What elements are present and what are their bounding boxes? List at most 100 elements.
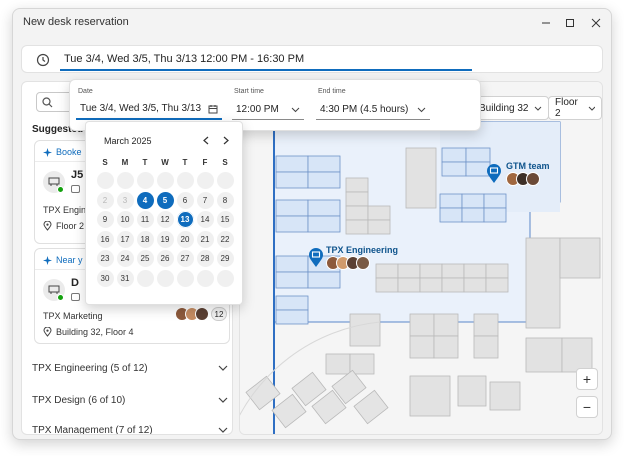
map-pin-icon[interactable] (486, 164, 502, 184)
maximize-icon (566, 19, 574, 27)
calendar-empty-cell (156, 172, 174, 189)
weekday-header: T (142, 158, 148, 167)
calendar-day[interactable]: 6 (176, 191, 194, 209)
floor-value: Floor 2 (555, 97, 578, 119)
monitor-icon (71, 185, 80, 193)
calendar-day[interactable]: 17 (116, 230, 134, 248)
calendar-day[interactable]: 20 (176, 230, 194, 248)
calendar-day[interactable]: 13 (176, 211, 194, 228)
pin-label-tpx-engineering[interactable]: TPX Engineering (326, 245, 398, 255)
calendar-empty-cell (136, 172, 154, 189)
map-pin-icon[interactable] (308, 248, 324, 268)
availability-dot (57, 186, 64, 193)
maximize-button[interactable] (557, 13, 583, 33)
calendar-day[interactable]: 2 (96, 191, 114, 209)
card-tag-label: Near y (56, 255, 83, 265)
avatar-count: 12 (211, 307, 227, 321)
calendar-day[interactable]: 23 (96, 250, 114, 267)
calendar-day[interactable]: 10 (116, 211, 134, 228)
sparkle-icon (43, 255, 52, 265)
group-tpx-engineering[interactable]: TPX Engineering (5 of 12) (32, 358, 228, 378)
chevron-left-icon (203, 136, 209, 144)
calendar-day[interactable]: 14 (196, 211, 214, 228)
calendar-day[interactable]: 7 (196, 191, 214, 209)
calendar-day[interactable]: 24 (116, 250, 134, 267)
group-tpx-management[interactable]: TPX Management (7 of 12) (32, 420, 228, 434)
calendar-day[interactable]: 16 (96, 230, 114, 248)
calendar-day[interactable]: 27 (176, 250, 194, 267)
date-picker-calendar: March 2025 S M T W T F S 2 3 4 5 6 7 8 9 10 11 12 13 14 15 16… (85, 121, 243, 305)
desk-location-label: Building 32, Floor 4 (56, 327, 134, 337)
building-dropdown[interactable]: Building 32 (472, 96, 550, 120)
calendar-day[interactable]: 4 (136, 191, 154, 209)
calendar-day[interactable]: 22 (216, 230, 234, 248)
time-bar: Tue 3/4, Wed 3/5, Thu 3/13 12:00 PM - 16… (21, 45, 603, 73)
window-title: New desk reservation (23, 16, 129, 28)
calendar-day[interactable]: 3 (116, 191, 134, 209)
calendar-empty-cell (196, 269, 214, 287)
calendar-day[interactable]: 15 (216, 211, 234, 228)
floor-plan (240, 82, 602, 434)
end-time-value: 4:30 PM (4.5 hours) (320, 103, 409, 115)
next-month-button[interactable] (220, 134, 232, 146)
end-time-field[interactable]: 4:30 PM (4.5 hours) (316, 100, 430, 120)
calendar-day[interactable]: 12 (156, 211, 174, 228)
desk-name: J5 (71, 169, 84, 181)
calendar-day[interactable]: 8 (216, 191, 234, 209)
desk-location: Building 32, Floor 4 (43, 327, 134, 337)
calendar-day[interactable]: 19 (156, 230, 174, 248)
minimize-button[interactable] (533, 13, 559, 33)
zoom-out-button[interactable]: − (576, 396, 598, 418)
calendar-month: March 2025 (104, 136, 152, 146)
weekday-header: S (222, 158, 228, 167)
calendar-day[interactable]: 29 (216, 250, 234, 267)
desk-location-label: Floor 2 (56, 221, 85, 231)
floor-dropdown[interactable]: Floor 2 (548, 96, 602, 120)
chevron-down-icon (535, 106, 542, 111)
title-bar: New desk reservation (13, 9, 611, 37)
pin-avatars[interactable] (506, 172, 540, 186)
calendar-day[interactable]: 28 (196, 250, 214, 267)
location-icon (43, 221, 52, 231)
calendar-empty-cell (156, 269, 174, 287)
previous-month-button[interactable] (200, 134, 212, 146)
end-time-label: End time (318, 88, 346, 95)
calendar-day[interactable]: 9 (96, 211, 114, 228)
monitor-icon (71, 293, 80, 301)
chevron-down-icon (291, 107, 300, 112)
calendar-day[interactable]: 30 (96, 269, 114, 287)
calendar-day[interactable]: 26 (156, 250, 174, 267)
calendar-day[interactable]: 18 (136, 230, 154, 248)
calendar-icon (208, 105, 218, 114)
group-tpx-design[interactable]: TPX Design (6 of 10) (32, 390, 228, 410)
zoom-in-button[interactable]: + (576, 368, 598, 390)
floor-map[interactable]: Building 32 Floor 2 GTM team TPX Enginee… (239, 81, 603, 435)
calendar-day[interactable]: 21 (196, 230, 214, 248)
date-value: Tue 3/4, Wed 3/5, Thu 3/13 (80, 103, 202, 114)
calendar-day[interactable]: 11 (136, 211, 154, 228)
calendar-empty-cell (216, 172, 234, 189)
weekday-header: W (161, 158, 169, 167)
group-label: TPX Design (6 of 10) (32, 394, 126, 406)
calendar-empty-cell (116, 172, 134, 189)
time-range-input[interactable]: Tue 3/4, Wed 3/5, Thu 3/13 12:00 PM - 16… (60, 49, 472, 71)
avatar (195, 307, 209, 321)
calendar-day[interactable]: 5 (156, 191, 174, 209)
calendar-day[interactable]: 25 (136, 250, 154, 267)
date-field[interactable]: Tue 3/4, Wed 3/5, Thu 3/13 (76, 100, 222, 120)
calendar-empty-cell (176, 172, 194, 189)
pin-label-gtm-team[interactable]: GTM team (506, 161, 550, 171)
team-avatars[interactable]: 12 (175, 307, 227, 321)
calendar-empty-cell (176, 269, 194, 287)
start-time-field[interactable]: 12:00 PM (232, 100, 304, 120)
pin-avatars[interactable] (326, 256, 370, 270)
chevron-down-icon (218, 365, 228, 371)
building-value: Building 32 (479, 102, 529, 114)
close-button[interactable] (583, 13, 609, 33)
desk-team: TPX Marketing (43, 311, 103, 321)
calendar-day[interactable]: 31 (116, 269, 134, 287)
chevron-down-icon (588, 106, 595, 111)
calendar-empty-cell (96, 172, 114, 189)
chevron-down-icon (218, 427, 228, 433)
start-time-label: Start time (234, 88, 264, 95)
